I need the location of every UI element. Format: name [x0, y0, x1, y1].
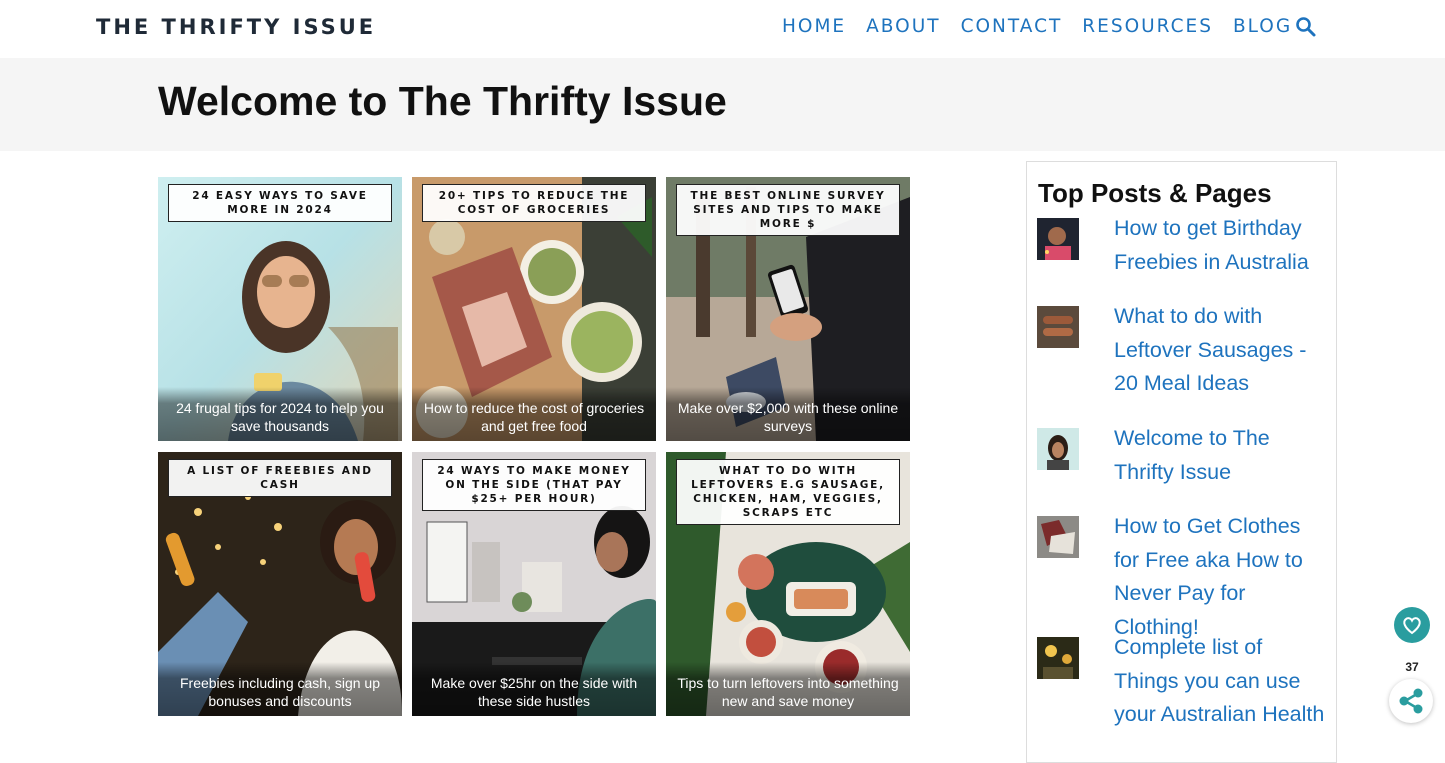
post-caption: Freebies including cash, sign up bonuses…: [158, 662, 402, 716]
top-post-link[interactable]: Welcome to The Thrifty Issue: [1114, 422, 1329, 489]
post-label: 20+ TIPS TO REDUCE THE COST OF GROCERIES: [422, 184, 646, 222]
post-caption: How to reduce the cost of groceries and …: [412, 387, 656, 441]
widget-title: Top Posts & Pages: [1038, 178, 1272, 208]
site-logo-text[interactable]: THE THRIFTY ISSUE: [96, 15, 376, 39]
top-post-link[interactable]: How to get Birthday Freebies in Australi…: [1114, 212, 1329, 279]
heart-icon[interactable]: [1394, 607, 1430, 643]
post-caption: Make over $2,000 with these online surve…: [666, 387, 910, 441]
post-caption: 24 frugal tips for 2024 to help you save…: [158, 387, 402, 441]
share-count: 37: [1405, 660, 1419, 674]
post-thumbnail[interactable]: [1037, 306, 1079, 348]
post-thumbnail[interactable]: [1037, 516, 1079, 558]
post-label: 24 EASY WAYS TO SAVE MORE IN 2024: [168, 184, 392, 222]
post-card-groceries[interactable]: 20+ TIPS TO REDUCE THE COST OF GROCERIES…: [412, 177, 656, 441]
post-caption: Make over $25hr on the side with these s…: [412, 662, 656, 716]
post-thumbnail[interactable]: [1037, 428, 1079, 470]
top-post-link[interactable]: How to Get Clothes for Free aka How to N…: [1114, 510, 1329, 644]
nav-blog[interactable]: BLOG: [1233, 16, 1292, 37]
nav-about[interactable]: ABOUT: [866, 16, 940, 37]
page-title: Welcome to The Thrifty Issue: [158, 78, 727, 124]
site-header: THE THRIFTY ISSUE HOME ABOUT CONTACT RES…: [0, 0, 1445, 58]
post-thumbnail[interactable]: [1037, 637, 1079, 679]
main-nav: HOME ABOUT CONTACT RESOURCES BLOG: [782, 16, 1312, 37]
post-label: WHAT TO DO WITH LEFTOVERS E.G SAUSAGE, C…: [676, 459, 900, 525]
post-caption: Tips to turn leftovers into something ne…: [666, 662, 910, 716]
post-card-side-hustles[interactable]: 24 WAYS TO MAKE MONEY ON THE SIDE (THAT …: [412, 452, 656, 716]
top-post-link[interactable]: What to do with Leftover Sausages - 20 M…: [1114, 300, 1329, 401]
post-label: A LIST OF FREEBIES AND CASH: [168, 459, 392, 497]
post-label: THE BEST ONLINE SURVEY SITES AND TIPS TO…: [676, 184, 900, 236]
nav-home[interactable]: HOME: [782, 16, 846, 37]
post-card-leftovers[interactable]: WHAT TO DO WITH LEFTOVERS E.G SAUSAGE, C…: [666, 452, 910, 716]
post-card-surveys[interactable]: THE BEST ONLINE SURVEY SITES AND TIPS TO…: [666, 177, 910, 441]
post-thumbnail[interactable]: [1037, 218, 1079, 260]
post-card-freebies[interactable]: A LIST OF FREEBIES AND CASH Freebies inc…: [158, 452, 402, 716]
top-posts-widget: Top Posts & Pages How to get Birthday Fr…: [1026, 161, 1337, 763]
nav-contact[interactable]: CONTACT: [961, 16, 1063, 37]
post-label: 24 WAYS TO MAKE MONEY ON THE SIDE (THAT …: [422, 459, 646, 511]
post-card-save-more[interactable]: 24 EASY WAYS TO SAVE MORE IN 2024 24 fru…: [158, 177, 402, 441]
top-post-link[interactable]: Complete list of Things you can use your…: [1114, 631, 1329, 732]
search-icon[interactable]: [1294, 15, 1318, 39]
nav-resources[interactable]: RESOURCES: [1082, 16, 1213, 37]
share-icon[interactable]: [1389, 679, 1433, 723]
